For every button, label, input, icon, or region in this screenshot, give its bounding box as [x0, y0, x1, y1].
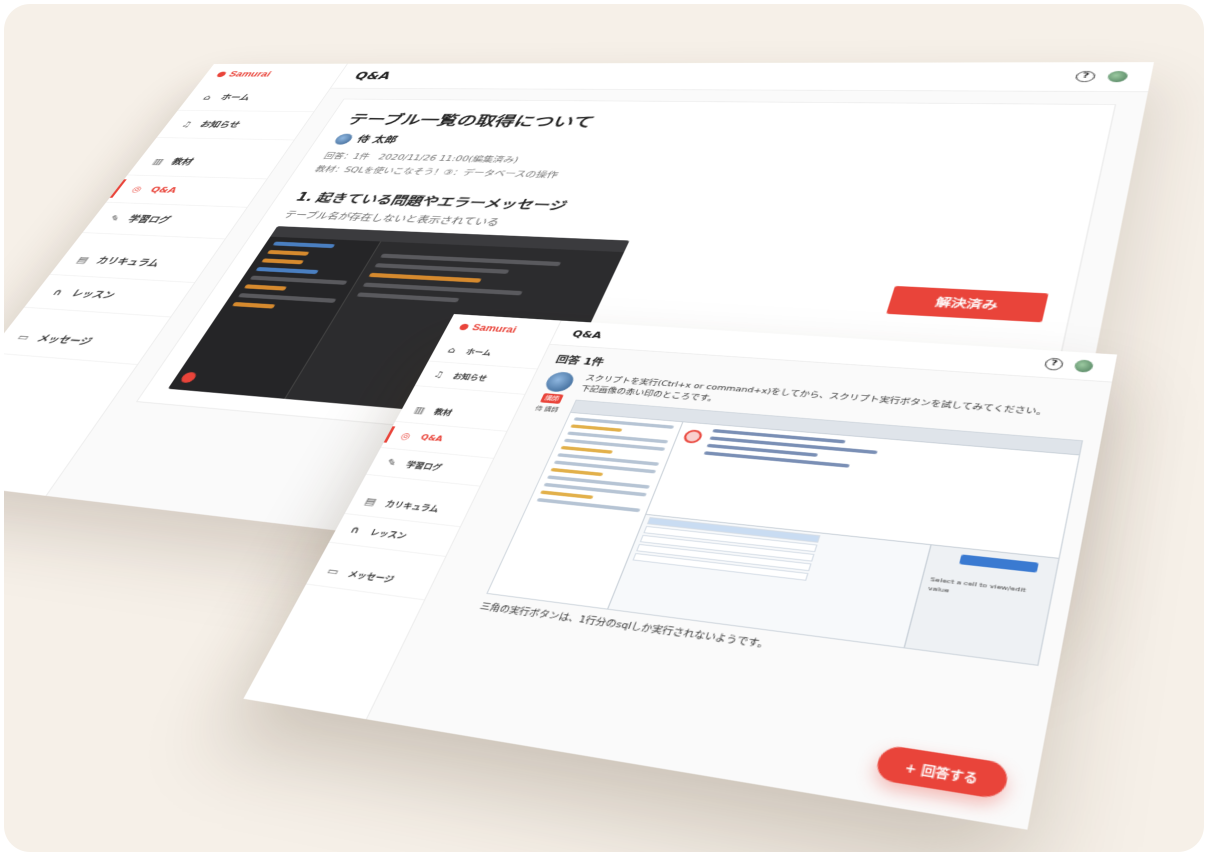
sidebar-item-label: お知らせ — [451, 371, 489, 383]
screenshot-code — [353, 248, 612, 316]
sidebar-item-label: Q&A — [148, 185, 179, 195]
pencil-icon: ✎ — [382, 457, 401, 469]
sidebar-item-label: Q&A — [419, 433, 444, 443]
avatar — [333, 133, 355, 144]
tree-row — [232, 302, 275, 309]
header-actions: ? — [1074, 71, 1128, 82]
sidebar-item-news[interactable]: ♫ お知らせ — [156, 111, 313, 141]
avatar — [542, 371, 577, 392]
question-icon: ◎ — [128, 184, 147, 193]
tree-row — [267, 250, 310, 256]
code-line — [704, 451, 850, 468]
logo-mark-icon — [458, 323, 469, 330]
sidebar-item-label: 学習ログ — [125, 213, 174, 226]
tree-row — [550, 468, 603, 476]
code-line — [374, 263, 510, 274]
tree-row — [238, 293, 337, 303]
user-avatar[interactable] — [1074, 359, 1095, 372]
chat-icon: ▭ — [13, 331, 34, 342]
book-icon: ▥ — [411, 405, 429, 416]
help-icon[interactable]: ? — [1074, 71, 1096, 82]
instructor-badge: 講師 — [540, 393, 564, 404]
perspective-stage: Samurai ⌂ ホーム ♫ お知らせ ▥ 教材 ◎ Q&A ✎ 学習ログ ▤… — [4, 4, 1204, 852]
sidebar-item-label: カリキュラム — [383, 498, 441, 515]
tree-row — [255, 267, 318, 274]
sidebar-item-home[interactable]: ⌂ ホーム — [178, 84, 333, 112]
sidebar-item-label: 教材 — [169, 156, 197, 167]
tree-row — [560, 446, 613, 454]
sidebar-item-label: ホーム — [218, 92, 254, 102]
panel-text: Select a cell to view/edit value — [927, 576, 1026, 595]
author-name: 侍 太郎 — [354, 133, 400, 145]
sidebar-item-label: メッセージ — [34, 332, 96, 349]
tree-row — [273, 242, 336, 249]
user-avatar[interactable] — [1107, 71, 1129, 82]
sidebar-item-materials[interactable]: ▥ 教材 — [127, 147, 287, 179]
tree-row — [244, 284, 287, 290]
code-line — [368, 273, 481, 283]
document-icon: ▤ — [361, 495, 380, 507]
responder-name: 侍 講師 — [534, 404, 560, 414]
sidebar-item-label: メッセージ — [346, 568, 397, 585]
question-icon: ◎ — [397, 430, 416, 441]
answer-body: スクリプトを実行(Ctrl+x or command+x)をしてから、スクリプト… — [477, 374, 1089, 690]
sidebar-item-label: レッスン — [68, 287, 118, 302]
sidebar-item-label: ホーム — [464, 347, 493, 358]
home-icon: ⌂ — [443, 345, 461, 355]
samurai-logo[interactable]: Samurai — [198, 64, 347, 85]
code-line — [357, 292, 460, 302]
headset-icon: ∩ — [48, 287, 69, 298]
answer-item: 講師 侍 講師 スクリプトを実行(Ctrl+x or command+x)をして… — [437, 371, 1089, 690]
sidebar-item-label: レッスン — [368, 526, 409, 541]
headset-icon: ∩ — [346, 524, 365, 537]
chat-icon: ▭ — [323, 565, 343, 578]
pencil-icon: ✎ — [105, 213, 125, 223]
tree-row — [570, 424, 622, 432]
sidebar-item-label: 教材 — [432, 406, 454, 417]
tree-row — [261, 258, 304, 264]
logo-text: Samurai — [227, 70, 274, 78]
header: Q&A ? — [331, 62, 1154, 92]
help-icon[interactable]: ? — [1044, 358, 1064, 371]
tree-row — [540, 490, 594, 499]
tree-row — [250, 276, 348, 285]
sidebar-item-label: お知らせ — [197, 119, 243, 130]
book-icon: ▥ — [149, 157, 168, 166]
logo-mark-icon — [216, 71, 228, 76]
tree-row — [537, 498, 641, 512]
home-icon: ⌂ — [199, 93, 217, 101]
document-icon: ▤ — [73, 254, 93, 264]
sidebar-item-study-log[interactable]: ✎ 学習ログ — [82, 203, 246, 240]
logo-text: Samurai — [470, 322, 518, 335]
sidebar-item-label: カリキュラム — [93, 254, 163, 269]
page-title: Q&A — [352, 70, 394, 81]
mockup-canvas: Samurai ⌂ ホーム ♫ お知らせ ▥ 教材 ◎ Q&A ✎ 学習ログ ▤… — [4, 4, 1204, 852]
bell-icon: ♫ — [178, 120, 196, 128]
header-actions: ? — [1044, 358, 1094, 373]
bell-icon: ♫ — [430, 369, 448, 379]
sidebar-item-label: 学習ログ — [404, 459, 444, 473]
page-title: Q&A — [571, 328, 604, 340]
